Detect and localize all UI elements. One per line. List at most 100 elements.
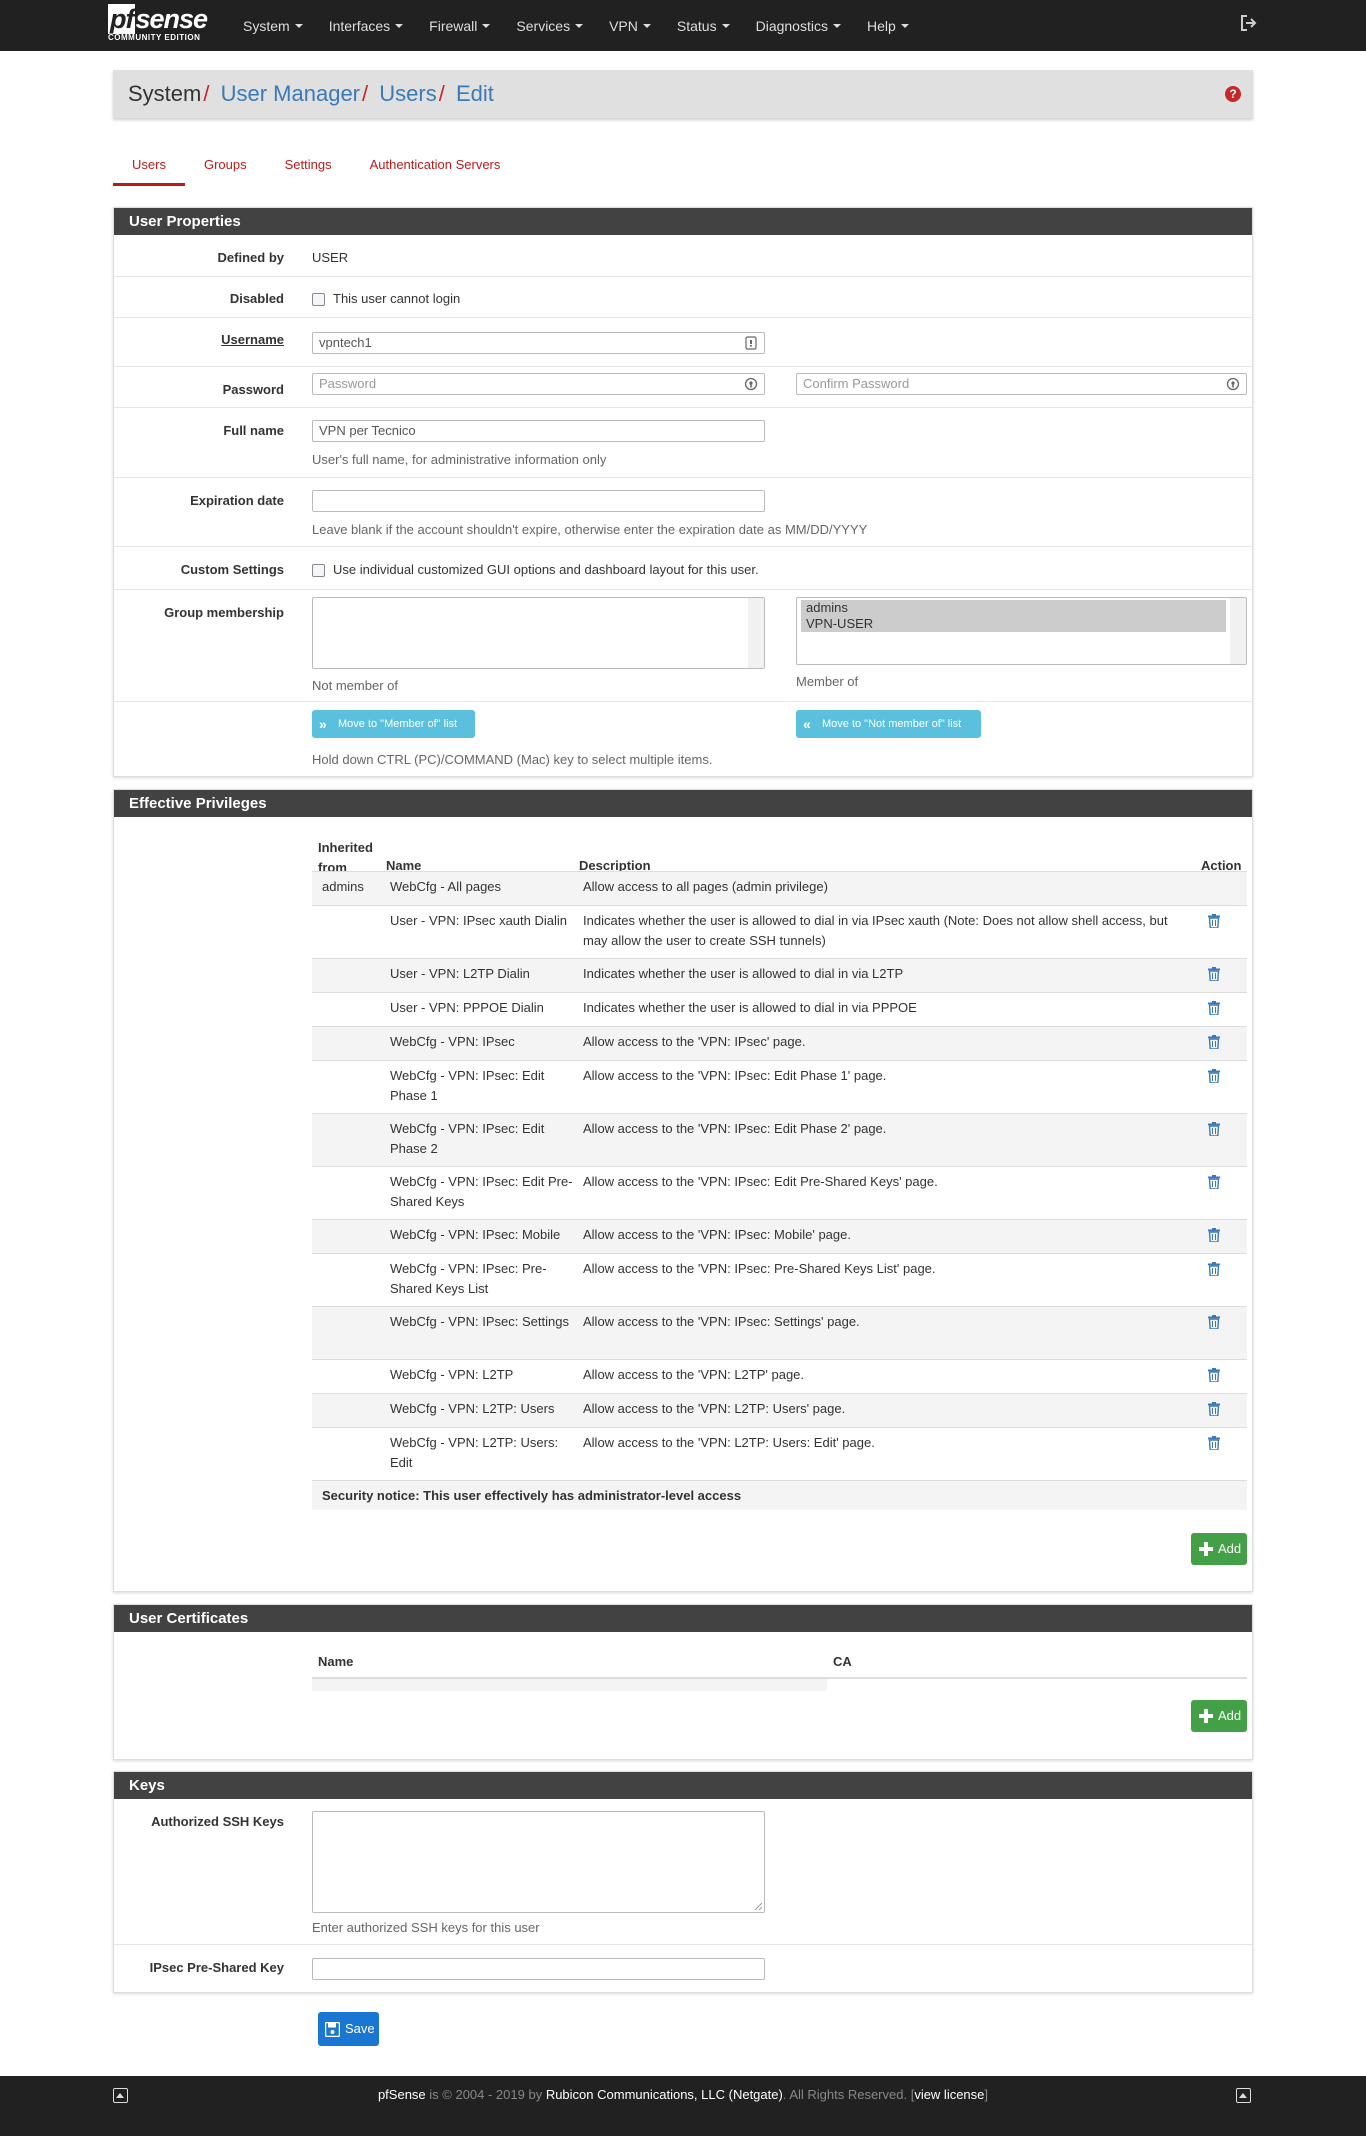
defined-by-value: USER <box>312 250 349 265</box>
disabled-label: Disabled <box>229 291 284 306</box>
caret-down-icon <box>482 23 491 28</box>
privilege-name: User - VPN: L2TP Dialin <box>390 966 530 981</box>
reveal-password-icon[interactable] <box>744 377 758 391</box>
privilege-name: WebCfg - All pages <box>390 879 502 894</box>
ssh-keys-help: Enter authorized SSH keys for this user <box>312 1920 540 1935</box>
effective-privileges-panel: Effective Privileges Inherited from Name … <box>113 789 1253 1592</box>
user-properties-panel: User Properties Defined by USER Disabled… <box>113 207 1253 777</box>
breadcrumb-edit[interactable]: Edit <box>456 81 494 106</box>
menu-vpn[interactable]: VPN <box>596 0 664 51</box>
keys-title: Keys <box>114 1772 1252 1799</box>
psk-input[interactable] <box>312 1958 765 1980</box>
username-label: Username <box>221 332 284 347</box>
ssh-keys-row: Authorized SSH Keys Enter authorized SSH… <box>114 1799 1252 1944</box>
netgate-link[interactable]: Rubicon Communications, LLC (Netgate) <box>546 2087 783 2102</box>
privilege-row: WebCfg - VPN: IPsec: Settings Allow acces… <box>312 1306 1247 1359</box>
scrollbar[interactable] <box>748 598 764 668</box>
menu-diagnostics[interactable]: Diagnostics <box>743 0 854 51</box>
menu-services[interactable]: Services <box>503 0 596 51</box>
delete-trash-icon[interactable] <box>1208 1368 1220 1382</box>
ssh-keys-label: Authorized SSH Keys <box>151 1814 284 1829</box>
menu-system[interactable]: System <box>230 0 316 51</box>
privilege-description: Allow access to all pages (admin privile… <box>583 879 828 894</box>
privilege-name: WebCfg - VPN: IPsec: Edit Pre-Shared Key… <box>390 1174 573 1209</box>
delete-trash-icon[interactable] <box>1208 967 1220 981</box>
menu-interfaces[interactable]: Interfaces <box>316 0 416 51</box>
privilege-description: Allow access to the 'VPN: IPsec: Edit Ph… <box>583 1121 887 1136</box>
privilege-description: Allow access to the 'VPN: IPsec: Pre-Sha… <box>583 1261 936 1276</box>
privilege-row: WebCfg - VPN: IPsec: Mobile Allow access … <box>312 1219 1247 1253</box>
ssh-keys-textarea[interactable] <box>312 1811 765 1913</box>
privilege-description: Indicates whether the user is allowed to… <box>583 1000 917 1015</box>
group-membership-row: Group membership Not member of admins VP… <box>114 589 1252 701</box>
scroll-top-icon[interactable] <box>1236 2088 1251 2103</box>
scrollbar[interactable] <box>1230 598 1246 664</box>
move-to-member-button[interactable]: » Move to "Member of" list <box>312 710 475 738</box>
move-to-not-member-button[interactable]: «Move to "Not member of" list <box>796 710 981 738</box>
effective-privileges-title: Effective Privileges <box>114 790 1252 817</box>
tab-groups[interactable]: Groups <box>185 148 266 186</box>
delete-trash-icon[interactable] <box>1208 1122 1220 1136</box>
member-option-admins[interactable]: admins <box>801 600 1226 616</box>
delete-trash-icon[interactable] <box>1208 1175 1220 1189</box>
cert-header-name: Name <box>318 1654 354 1669</box>
breadcrumb-users[interactable]: Users <box>379 81 436 106</box>
delete-trash-icon[interactable] <box>1208 1436 1220 1450</box>
multi-select-help: Hold down CTRL (PC)/COMMAND (Mac) key to… <box>312 752 713 767</box>
menu-help[interactable]: Help <box>854 0 922 51</box>
logout-icon[interactable] <box>1240 14 1258 32</box>
plus-icon <box>1199 1709 1213 1723</box>
privilege-name: User - VPN: IPsec xauth Dialin <box>390 913 568 928</box>
privilege-row: WebCfg - VPN: L2TP: Users: Edit Allow acc… <box>312 1427 1247 1480</box>
menu-status[interactable]: Status <box>664 0 743 51</box>
member-listbox[interactable]: admins VPN-USER <box>796 597 1247 665</box>
add-certificate-button[interactable]: Add <box>1191 1700 1247 1732</box>
view-license-link[interactable]: view license <box>914 2087 984 2102</box>
delete-trash-icon[interactable] <box>1208 1402 1220 1416</box>
privilege-row: WebCfg - VPN: IPsec Allow access to the '… <box>312 1026 1247 1060</box>
add-privilege-button[interactable]: Add <box>1191 1533 1247 1565</box>
custom-settings-text: Use individual customized GUI options an… <box>333 562 759 577</box>
not-member-listbox[interactable] <box>312 597 765 669</box>
delete-trash-icon[interactable] <box>1208 1069 1220 1083</box>
resize-handle-icon[interactable] <box>754 1902 762 1910</box>
privilege-description: Allow access to the 'VPN: IPsec' page. <box>583 1034 806 1049</box>
password-input[interactable]: Password <box>312 373 765 395</box>
breadcrumb-user-manager[interactable]: User Manager <box>221 81 360 106</box>
delete-trash-icon[interactable] <box>1208 914 1220 928</box>
save-button[interactable]: Save <box>318 2012 379 2046</box>
disabled-checkbox[interactable] <box>312 293 325 306</box>
privilege-name: WebCfg - VPN: IPsec: Edit Phase 1 <box>390 1068 545 1103</box>
full-name-input[interactable]: VPN per Tecnico <box>312 420 765 442</box>
delete-trash-icon[interactable] <box>1208 1228 1220 1242</box>
privilege-inherited: admins <box>322 879 364 894</box>
privilege-name: WebCfg - VPN: L2TP <box>390 1367 514 1382</box>
tab-authentication-servers[interactable]: Authentication Servers <box>351 148 520 186</box>
delete-trash-icon[interactable] <box>1208 1315 1220 1329</box>
menu-firewall[interactable]: Firewall <box>416 0 503 51</box>
member-option-vpn-user[interactable]: VPN-USER <box>801 616 1226 632</box>
expiration-help: Leave blank if the account shouldn't exp… <box>312 522 868 537</box>
reveal-password-icon[interactable] <box>1226 377 1240 391</box>
not-member-caption: Not member of <box>312 678 398 693</box>
caret-down-icon <box>575 23 584 28</box>
privilege-row: WebCfg - VPN: L2TP Allow access to the 'V… <box>312 1359 1247 1393</box>
username-input[interactable]: vpntech1 <box>312 332 765 354</box>
tab-users[interactable]: Users <box>113 148 185 186</box>
delete-trash-icon[interactable] <box>1208 1035 1220 1049</box>
delete-trash-icon[interactable] <box>1208 1001 1220 1015</box>
certificates-table: Name CA <box>312 1632 1247 1702</box>
help-icon[interactable]: ? <box>1225 86 1241 102</box>
privileges-table: Inherited from Name Description Action ad… <box>312 817 1247 1517</box>
privilege-description: Allow access to the 'VPN: IPsec: Mobile'… <box>583 1227 851 1242</box>
delete-trash-icon[interactable] <box>1208 1262 1220 1276</box>
psk-row: IPsec Pre-Shared Key <box>114 1944 1252 1993</box>
confirm-password-input[interactable]: Confirm Password <box>796 373 1247 395</box>
expiration-input[interactable] <box>312 490 765 512</box>
full-name-label: Full name <box>223 423 284 438</box>
pfsense-logo[interactable]: pfsense COMMUNITY EDITION <box>108 4 214 47</box>
privilege-row: WebCfg - VPN: IPsec: Edit Phase 2 Allow a… <box>312 1113 1247 1166</box>
breadcrumb-system: System <box>128 81 202 106</box>
custom-settings-checkbox[interactable] <box>312 564 325 577</box>
tab-settings[interactable]: Settings <box>266 148 351 186</box>
